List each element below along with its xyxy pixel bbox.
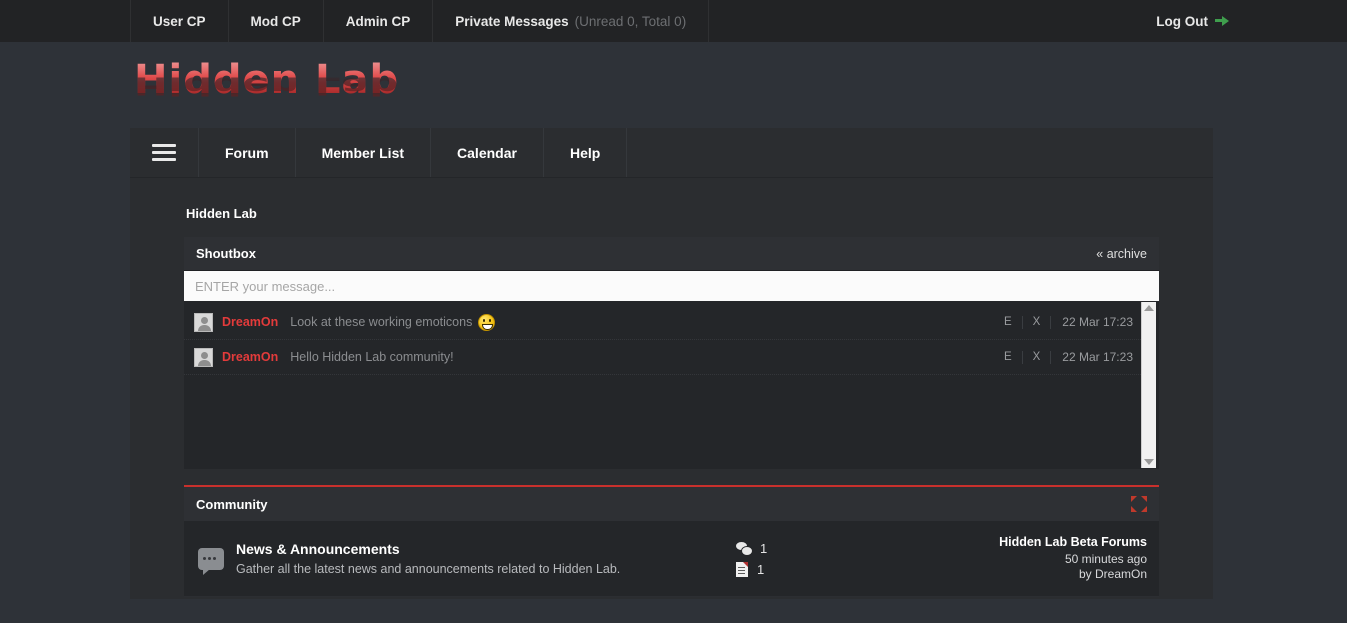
shoutbox-archive-link[interactable]: « archive — [1096, 247, 1147, 261]
topbar-item-private-messages[interactable]: Private Messages (Unread 0, Total 0) — [433, 0, 710, 42]
shoutbox-scrollbar[interactable] — [1141, 302, 1156, 468]
shoutbox-message-list: DreamOn Look at these working emoticons … — [184, 301, 1141, 469]
shout-message-text: Look at these working emoticons — [290, 315, 473, 329]
topbar-label: Mod CP — [250, 13, 301, 29]
page-container: Hidden Lab Shoutbox « archive DreamOn Lo… — [130, 178, 1213, 599]
community-category: Community News & Announcements Gather al… — [184, 485, 1159, 597]
logout-label: Log Out — [1156, 13, 1208, 29]
community-header: Community — [184, 487, 1159, 521]
last-post-author[interactable]: by DreamOn — [999, 567, 1147, 582]
shout-username[interactable]: DreamOn — [222, 315, 278, 329]
nav-label: Member List — [321, 144, 405, 161]
topbar-label: User CP — [153, 13, 206, 29]
shoutbox-panel: Shoutbox « archive DreamOn Look at these… — [184, 237, 1159, 469]
replies-count: 1 — [760, 540, 768, 556]
scroll-down-icon[interactable] — [1144, 459, 1154, 465]
avatar[interactable] — [194, 312, 213, 332]
shout-message: Look at these working emoticons — [290, 313, 496, 331]
shout-actions: E X 22 Mar 17:23 — [994, 315, 1133, 329]
topbar-label: Admin CP — [345, 13, 411, 29]
shout-message-text: Hello Hidden Lab community! — [290, 350, 454, 364]
avatar[interactable] — [194, 347, 213, 367]
shoutbox-messages-area: DreamOn Look at these working emoticons … — [184, 301, 1159, 469]
forum-description: Gather all the latest news and announcem… — [236, 562, 621, 576]
last-post-time: 50 minutes ago — [1064, 552, 1147, 566]
shout-delete-button[interactable]: X — [1023, 350, 1052, 364]
menu-toggle-button[interactable] — [130, 128, 199, 177]
main-navigation: Forum Member List Calendar Help — [130, 128, 1213, 178]
forum-row: News & Announcements Gather all the late… — [184, 521, 1159, 597]
last-post-title[interactable]: Hidden Lab Beta Forums — [999, 535, 1147, 550]
nav-item-forum[interactable]: Forum — [199, 128, 296, 177]
site-logo[interactable]: Hidden Lab Hidden Lab — [130, 42, 1213, 128]
forum-threads-stat: 1 — [736, 559, 966, 580]
threads-count: 1 — [757, 561, 765, 577]
shout-row: DreamOn Look at these working emoticons … — [184, 305, 1141, 340]
hamburger-icon — [152, 140, 176, 165]
forum-info: News & Announcements Gather all the late… — [236, 541, 736, 576]
scroll-up-icon[interactable] — [1144, 305, 1154, 311]
shout-message: Hello Hidden Lab community! — [290, 350, 453, 364]
collapse-icon[interactable] — [1131, 496, 1147, 512]
private-messages-count: (Unread 0, Total 0) — [574, 13, 687, 29]
nav-item-help[interactable]: Help — [544, 128, 628, 177]
threads-document-icon — [736, 561, 748, 577]
nav-item-calendar[interactable]: Calendar — [431, 128, 544, 177]
shoutbox-title: Shoutbox — [196, 246, 256, 261]
topbar-label: Private Messages — [455, 13, 569, 29]
nav-label: Help — [569, 144, 601, 161]
logout-button[interactable]: Log Out — [1156, 0, 1229, 42]
forum-replies-stat: 1 — [736, 538, 966, 559]
shout-edit-button[interactable]: E — [994, 315, 1023, 329]
shout-actions: E X 22 Mar 17:23 — [994, 350, 1133, 364]
community-title: Community — [196, 496, 268, 512]
shoutbox-header: Shoutbox « archive — [184, 237, 1159, 271]
smiley-emoticon-icon — [478, 313, 496, 331]
forum-speech-bubble-icon — [198, 547, 224, 575]
shout-edit-button[interactable]: E — [994, 350, 1023, 364]
replies-icon — [736, 541, 753, 556]
shout-delete-button[interactable]: X — [1023, 315, 1052, 329]
forum-last-post: Hidden Lab Beta Forums 50 minutes ago by… — [999, 535, 1147, 582]
forum-stats: 1 1 — [736, 538, 966, 580]
top-user-bar-links: User CP Mod CP Admin CP Private Messages… — [130, 0, 710, 42]
breadcrumb[interactable]: Hidden Lab — [184, 196, 1159, 237]
nav-label: Calendar — [457, 144, 517, 161]
top-user-bar: User CP Mod CP Admin CP Private Messages… — [0, 0, 1347, 42]
shout-timestamp: 22 Mar 17:23 — [1062, 315, 1133, 329]
nav-item-member-list[interactable]: Member List — [296, 128, 432, 177]
shout-username[interactable]: DreamOn — [222, 350, 278, 364]
topbar-item-mod-cp[interactable]: Mod CP — [229, 0, 324, 42]
shout-timestamp: 22 Mar 17:23 — [1062, 350, 1133, 364]
topbar-item-admin-cp[interactable]: Admin CP — [324, 0, 434, 42]
shout-row: DreamOn Hello Hidden Lab community! E X … — [184, 340, 1141, 375]
arrow-right-icon — [1215, 15, 1229, 27]
forum-title-link[interactable]: News & Announcements — [236, 541, 736, 557]
shoutbox-message-input[interactable] — [184, 271, 1159, 301]
site-logo-reflection: Hidden Lab — [134, 71, 1213, 100]
nav-label: Forum — [225, 144, 269, 161]
topbar-item-user-cp[interactable]: User CP — [130, 0, 229, 42]
